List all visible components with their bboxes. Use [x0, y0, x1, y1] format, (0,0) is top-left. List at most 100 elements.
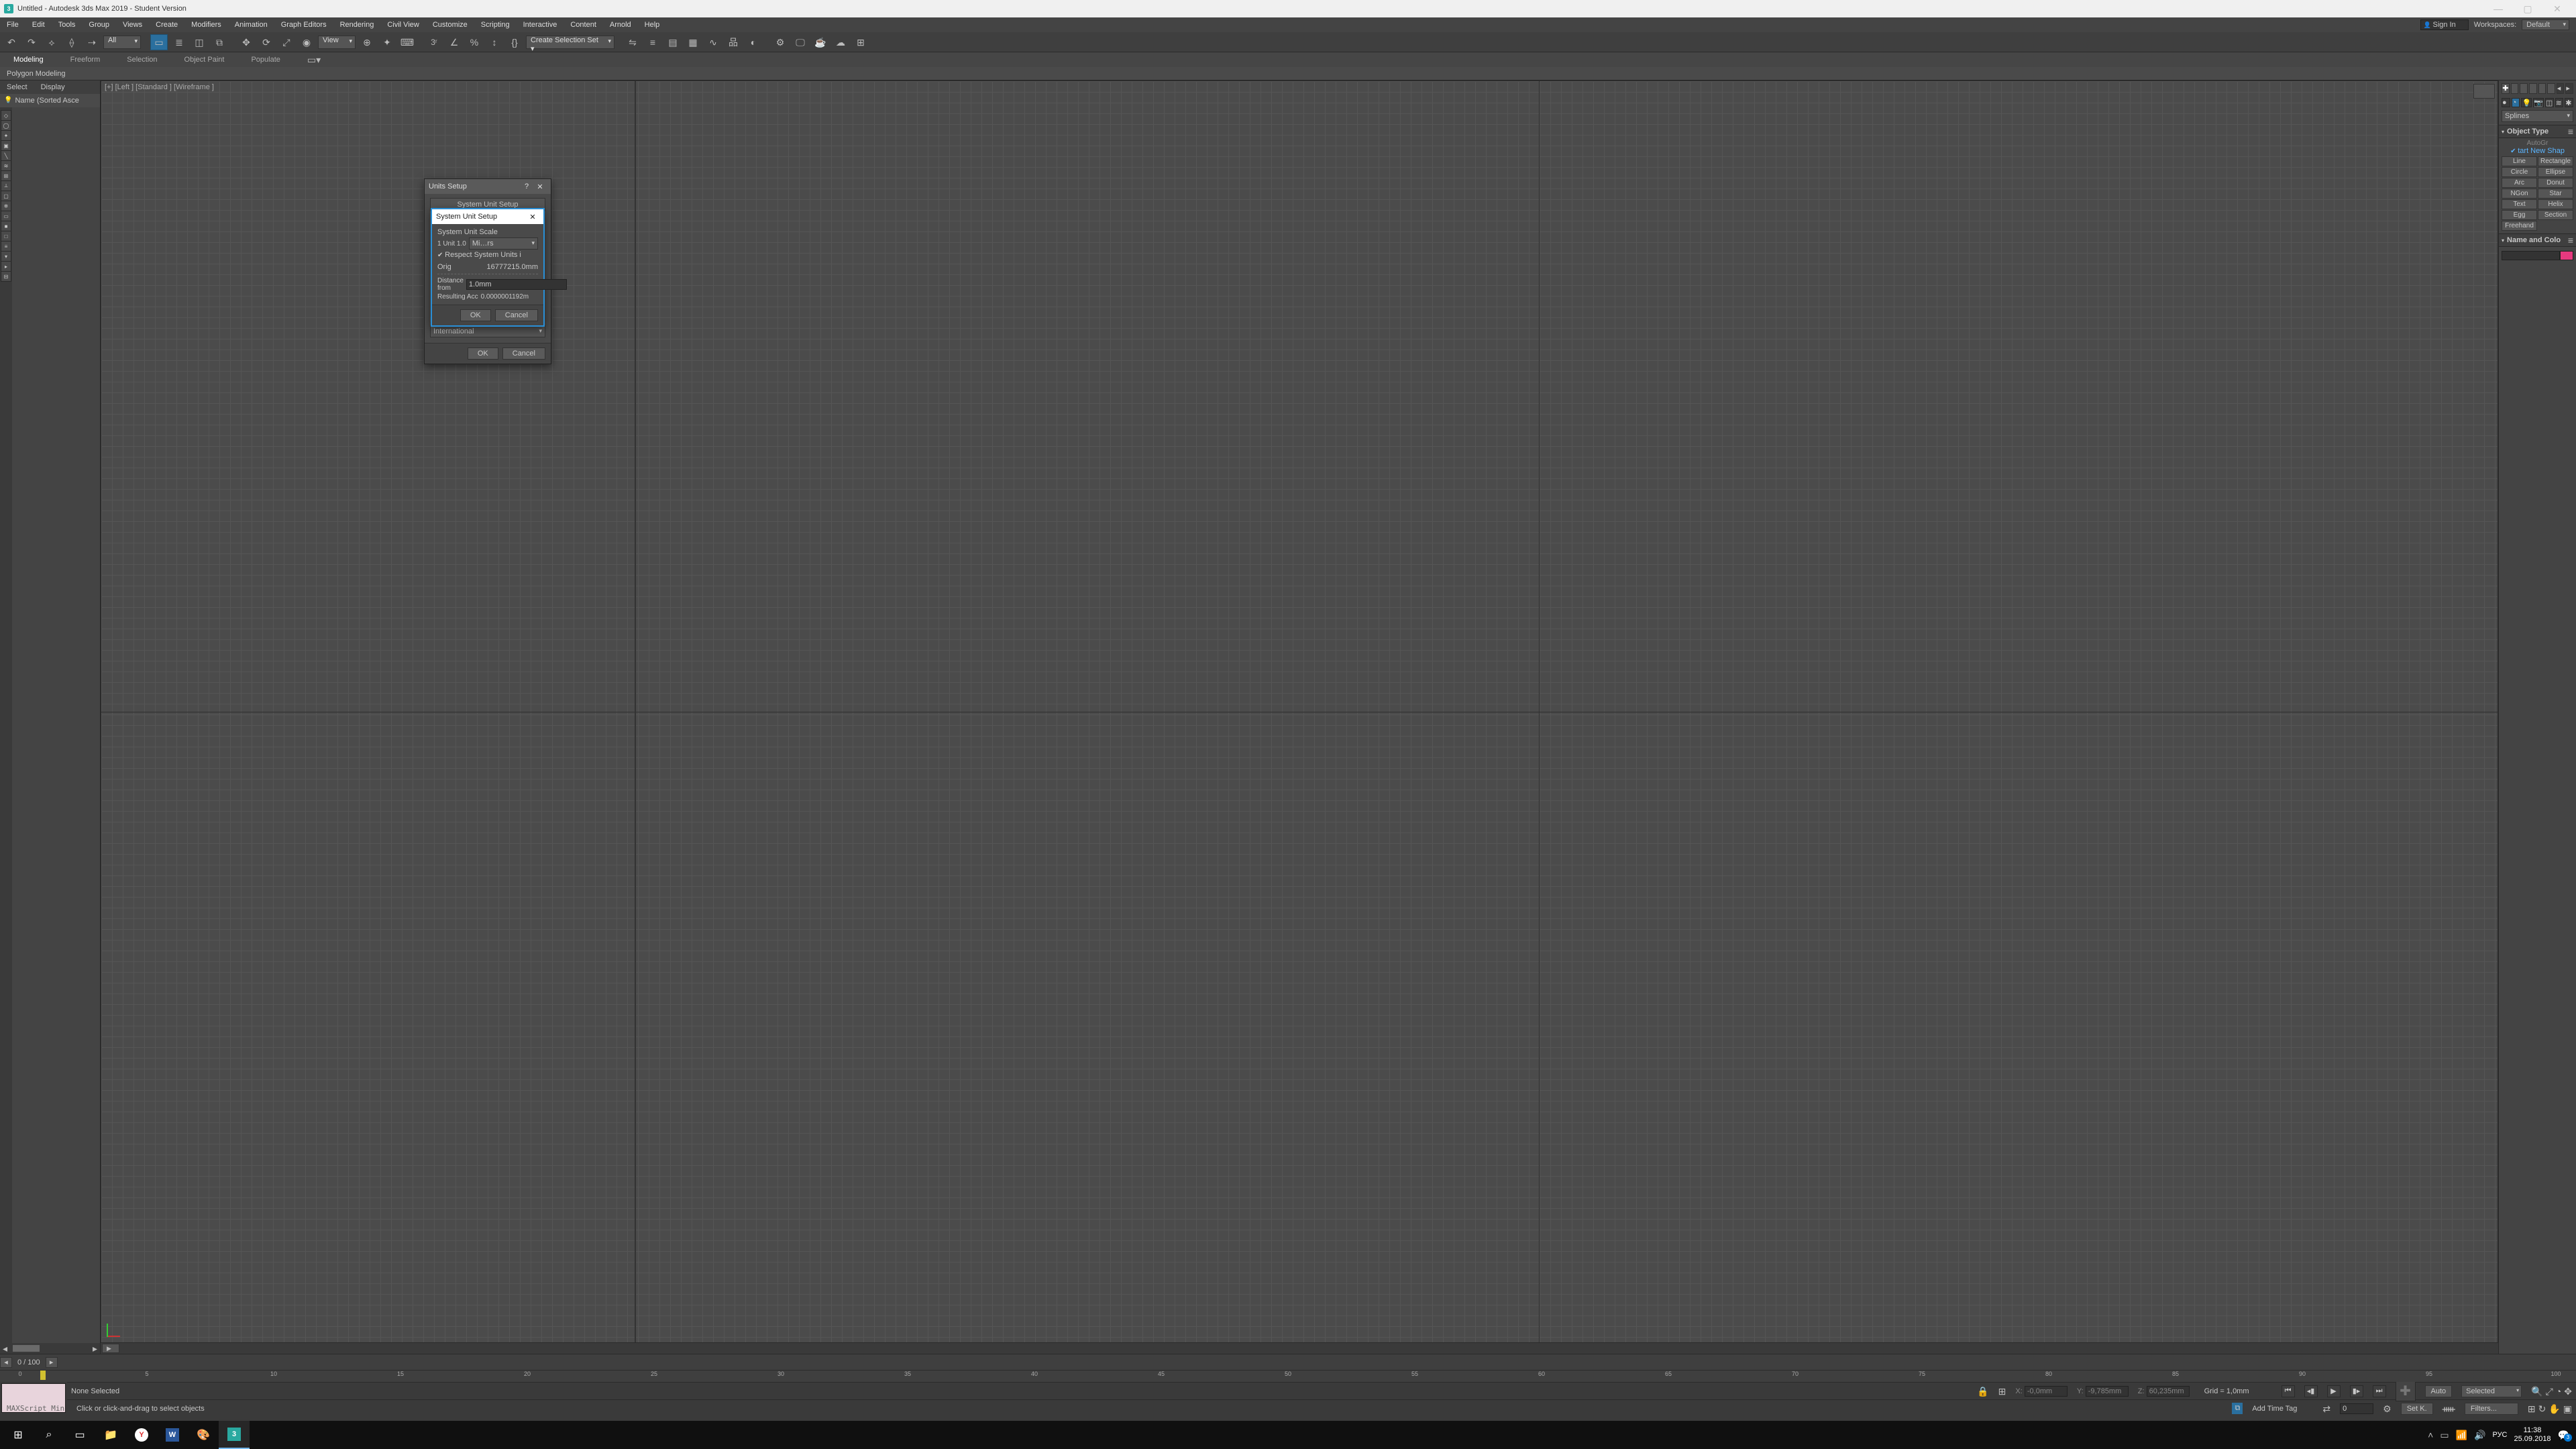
render-setup-button[interactable]: ⚙	[771, 34, 789, 50]
close-button[interactable]: ✕	[2542, 0, 2572, 17]
btn-star[interactable]: Star	[2538, 189, 2573, 199]
named-selection-dropdown[interactable]: Create Selection Set ▾	[526, 36, 614, 49]
time-config-icon[interactable]: ⚙	[2383, 1404, 2392, 1413]
paint-icon[interactable]: 🎨	[188, 1421, 219, 1449]
orbit-icon[interactable]: ↻	[2538, 1404, 2546, 1413]
viewport-label[interactable]: [+] [Left ] [Standard ] [Wireframe ]	[105, 83, 214, 91]
filter-spacewarps-icon[interactable]: ≋	[1, 160, 11, 171]
cmd-create-icon[interactable]: ✚	[2502, 83, 2510, 94]
frame-next-button[interactable]: ▸	[46, 1357, 58, 1368]
cmd-chevron-left-icon[interactable]: ◂	[2557, 83, 2565, 94]
goto-end-button[interactable]: ⏭	[2373, 1385, 2386, 1397]
units-cancel-button[interactable]: Cancel	[502, 347, 545, 360]
time-tag-icon[interactable]: ⧉	[2232, 1403, 2243, 1414]
window-crossing-button[interactable]: ⧉	[211, 34, 228, 50]
sys-cancel-button[interactable]: Cancel	[495, 309, 538, 321]
tab-object-paint[interactable]: Object Paint	[171, 52, 238, 67]
filters-button[interactable]: Filters...	[2465, 1403, 2518, 1415]
filter-hidden-icon[interactable]: ▭	[1, 211, 11, 221]
filter-shapes-icon[interactable]: ◯	[1, 120, 11, 131]
filter-bone-icon[interactable]: ⟂	[1, 180, 11, 191]
units-ok-button[interactable]: OK	[468, 347, 498, 360]
tray-chevron-icon[interactable]: ˄	[2428, 1430, 2433, 1440]
maxscript-label[interactable]: MAXScript Min	[7, 1404, 67, 1413]
volume-icon[interactable]: 🔊	[2474, 1430, 2485, 1440]
fov-icon[interactable]: ◔	[2556, 1387, 2561, 1396]
cat-systems-icon[interactable]: ✱	[2565, 98, 2573, 107]
open-a360-button[interactable]: ⊞	[852, 34, 869, 50]
menu-edit[interactable]: Edit	[25, 17, 52, 32]
menu-modifiers[interactable]: Modifiers	[184, 17, 228, 32]
cat-cameras-icon[interactable]: 📷	[2533, 98, 2544, 107]
redo-button[interactable]: ↷	[23, 34, 40, 50]
btn-freehand[interactable]: Freehand	[2502, 221, 2537, 231]
use-center-button[interactable]: ⊕	[358, 34, 376, 50]
pan-icon[interactable]: ✥	[2564, 1387, 2572, 1396]
set-key-button[interactable]: Set K.	[2401, 1403, 2433, 1415]
units-help-button[interactable]: ?	[520, 182, 533, 191]
next-frame-button[interactable]: ▮▸	[2350, 1385, 2363, 1397]
spinner-snap-button[interactable]: ↕	[486, 34, 503, 50]
coord-z-input[interactable]	[2147, 1386, 2190, 1397]
coord-x-input[interactable]	[2025, 1386, 2068, 1397]
unlink-button[interactable]: ⟠	[63, 34, 80, 50]
mirror-button[interactable]: ⇋	[624, 34, 641, 50]
key-mode-icon[interactable]: ⇄	[2322, 1404, 2330, 1413]
battery-icon[interactable]: ▭	[2440, 1430, 2449, 1440]
name-field[interactable]	[2502, 251, 2560, 260]
distance-input[interactable]	[466, 279, 567, 290]
minimize-button[interactable]: —	[2483, 0, 2513, 17]
menu-customize[interactable]: Customize	[426, 17, 474, 32]
maximize-viewport-icon[interactable]: ▣	[2563, 1404, 2572, 1413]
action-center-icon[interactable]: 💬 3	[2558, 1430, 2569, 1440]
tab-freeform[interactable]: Freeform	[57, 52, 114, 67]
align-button[interactable]: ≡	[644, 34, 661, 50]
menu-arnold[interactable]: Arnold	[603, 17, 638, 32]
selected-keys-dropdown[interactable]: Selected	[2461, 1385, 2522, 1397]
tab-selection[interactable]: Selection	[113, 52, 170, 67]
layer-explorer-button[interactable]: ▤	[664, 34, 682, 50]
select-manipulate-button[interactable]: ✦	[378, 34, 396, 50]
tab-populate[interactable]: Populate	[237, 52, 293, 67]
filter-expand-icon[interactable]: ▾	[1, 251, 11, 262]
tray-clock[interactable]: 11:38 25.09.2018	[2514, 1426, 2551, 1444]
curve-editor-button[interactable]: ∿	[704, 34, 722, 50]
language-indicator[interactable]: РУС	[2492, 1431, 2507, 1439]
cmd-hierarchy-icon[interactable]	[2520, 83, 2528, 94]
word-icon[interactable]: W	[157, 1421, 188, 1449]
menu-group[interactable]: Group	[82, 17, 116, 32]
rendered-frame-button[interactable]: 🖵	[792, 34, 809, 50]
keyboard-shortcut-button[interactable]: ⌨	[398, 34, 416, 50]
ribbon-sub-label[interactable]: Polygon Modeling	[7, 70, 65, 78]
btn-section[interactable]: Section	[2538, 210, 2573, 220]
material-editor-button[interactable]: ◐	[745, 34, 762, 50]
filter-geometry-icon[interactable]: ◇	[1, 110, 11, 121]
coord-y-input[interactable]	[2086, 1386, 2129, 1397]
cat-shapes-icon[interactable]: ◔	[2512, 98, 2520, 107]
toggle-ribbon-button[interactable]: ▦	[684, 34, 702, 50]
viewport-play-icon[interactable]: ▶	[102, 1344, 119, 1353]
undo-button[interactable]: ↶	[3, 34, 20, 50]
cmd-chevron-right-icon[interactable]: ▸	[2565, 83, 2573, 94]
workspaces-dropdown[interactable]: Default	[2522, 19, 2569, 30]
btn-donut[interactable]: Donut	[2538, 178, 2573, 188]
3dsmax-taskbar-icon[interactable]: 3	[219, 1421, 250, 1449]
filter-collapse-icon[interactable]: ▸	[1, 261, 11, 272]
angle-snap-button[interactable]: ∠	[445, 34, 463, 50]
key-filters-icon[interactable]: ᚔ	[2443, 1404, 2455, 1413]
filter-cameras-icon[interactable]: ▣	[1, 140, 11, 151]
menu-rendering[interactable]: Rendering	[333, 17, 381, 32]
maximize-button[interactable]: ▢	[2513, 0, 2542, 17]
menu-help[interactable]: Help	[638, 17, 667, 32]
respect-check[interactable]: ✔ Respect System Units i	[437, 251, 538, 259]
cmd-motion-icon[interactable]	[2529, 83, 2537, 94]
btn-line[interactable]: Line	[2502, 156, 2537, 166]
max-viewport-icon[interactable]: ⊞	[2528, 1404, 2536, 1413]
wifi-icon[interactable]: 📶	[2456, 1430, 2467, 1440]
render-production-button[interactable]: ☕	[812, 34, 829, 50]
left-tab-display[interactable]: Display	[34, 80, 72, 94]
color-swatch[interactable]	[2560, 251, 2573, 260]
move-button[interactable]: ✥	[237, 34, 255, 50]
rollout-name-color[interactable]: ▾Name and Colo≡	[2499, 233, 2576, 247]
start-button[interactable]: ⊞	[3, 1421, 34, 1449]
